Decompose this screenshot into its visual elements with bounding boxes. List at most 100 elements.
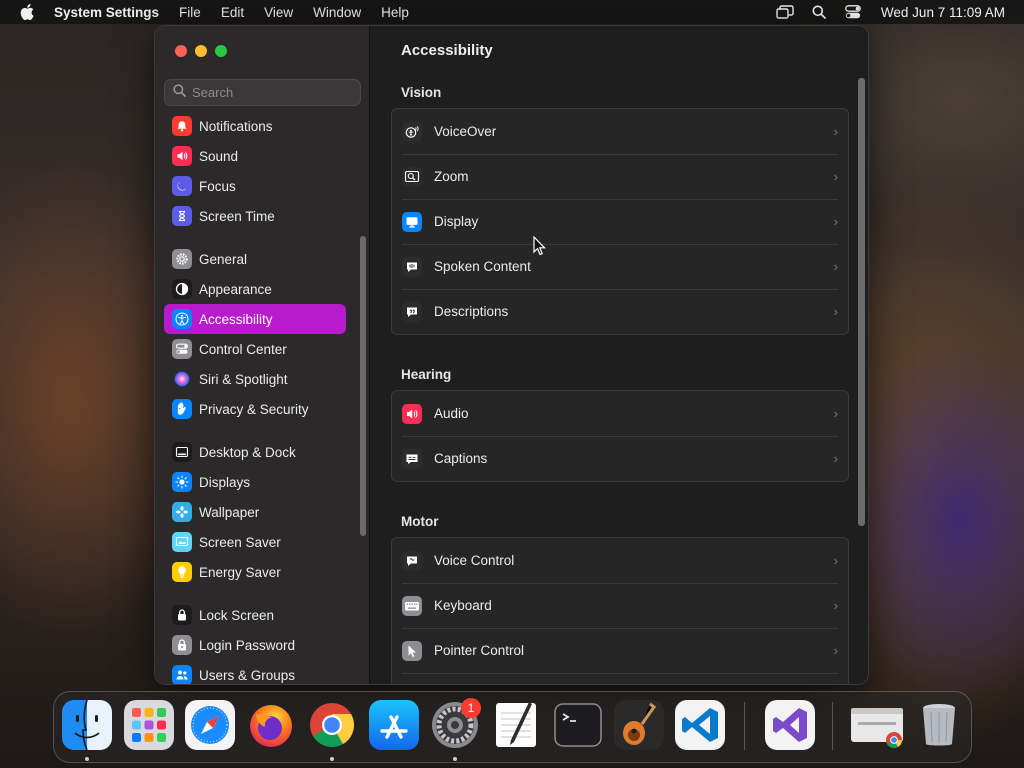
close-window-button[interactable] bbox=[175, 45, 187, 57]
settings-row-switch-control[interactable]: Switch Control› bbox=[392, 673, 848, 684]
menu-file[interactable]: File bbox=[179, 5, 201, 20]
sidebar-item-energy-saver[interactable]: Energy Saver bbox=[164, 557, 346, 587]
settings-row-keyboard[interactable]: Keyboard › bbox=[392, 583, 848, 628]
sidebar-item-notifications[interactable]: Notifications bbox=[164, 113, 346, 141]
dock-running-indicator bbox=[330, 757, 334, 761]
sidebar-item-lock-screen[interactable]: Lock Screen bbox=[164, 600, 346, 630]
settings-row-voice-control[interactable]: Voice Control › bbox=[392, 538, 848, 583]
zoom-window-button[interactable] bbox=[215, 45, 227, 57]
accessibility-icon bbox=[172, 309, 192, 329]
sidebar: Notifications Sound Focus Screen Time Genera… bbox=[155, 26, 370, 684]
sidebar-item-label: Siri & Spotlight bbox=[199, 371, 288, 387]
app-menu[interactable]: System Settings bbox=[54, 5, 159, 20]
sidebar-item-label: Privacy & Security bbox=[199, 401, 309, 417]
control-center-icon[interactable] bbox=[843, 4, 863, 20]
sidebar-item-privacy-security[interactable]: Privacy & Security bbox=[164, 394, 346, 424]
settings-row-voiceover[interactable]: VoiceOver › bbox=[392, 109, 848, 154]
dock-vscode-icon[interactable] bbox=[675, 700, 725, 750]
detail-scrollbar[interactable] bbox=[858, 78, 865, 526]
menu-window[interactable]: Window bbox=[313, 5, 361, 20]
settings-row-label: Spoken Content bbox=[434, 259, 531, 274]
bulb-icon bbox=[172, 562, 192, 582]
lock-icon bbox=[172, 605, 192, 625]
dock-running-indicator bbox=[85, 757, 89, 761]
dock-finder-icon[interactable] bbox=[62, 700, 112, 750]
sidebar-item-label: Screen Time bbox=[199, 208, 275, 224]
settings-row-descriptions[interactable]: Descriptions › bbox=[392, 289, 848, 334]
users-icon bbox=[172, 665, 192, 684]
dock-separator bbox=[832, 702, 833, 750]
sidebar-item-screen-saver[interactable]: Screen Saver bbox=[164, 527, 346, 557]
toggles-icon bbox=[172, 339, 192, 359]
dock-chrome-window-icon[interactable] bbox=[849, 700, 907, 750]
dock-garageband-icon[interactable] bbox=[614, 700, 664, 750]
sidebar-item-label: Desktop & Dock bbox=[199, 444, 296, 460]
system-settings-window: Notifications Sound Focus Screen Time Genera… bbox=[154, 25, 869, 685]
search-field[interactable] bbox=[164, 79, 361, 106]
menu-view[interactable]: View bbox=[264, 5, 293, 20]
dock-terminal-icon[interactable] bbox=[553, 700, 603, 750]
audio-icon bbox=[402, 403, 422, 424]
page-title: Accessibility bbox=[401, 42, 493, 59]
settings-row-spoken-content[interactable]: Spoken Content › bbox=[392, 244, 848, 289]
sidebar-item-siri-spotlight[interactable]: Siri & Spotlight bbox=[164, 364, 346, 394]
menu-edit[interactable]: Edit bbox=[221, 5, 244, 20]
sidebar-item-desktop-dock[interactable]: Desktop & Dock bbox=[164, 437, 346, 467]
dock-visual-studio-icon[interactable] bbox=[765, 700, 815, 750]
settings-group-motor: Voice Control › Keyboard › Pointer Control › S… bbox=[391, 537, 849, 684]
sidebar-item-label: Accessibility bbox=[199, 311, 273, 327]
section-title-motor: Motor bbox=[401, 513, 439, 529]
sidebar-item-control-center[interactable]: Control Center bbox=[164, 334, 346, 364]
menu-bar-clock[interactable]: Wed Jun 7 11:09 AM bbox=[881, 5, 1005, 20]
settings-row-pointer-control[interactable]: Pointer Control › bbox=[392, 628, 848, 673]
settings-row-audio[interactable]: Audio › bbox=[392, 391, 848, 436]
dock-firefox-icon[interactable] bbox=[246, 700, 296, 750]
sidebar-item-displays[interactable]: Displays bbox=[164, 467, 346, 497]
sidebar-item-screen-time[interactable]: Screen Time bbox=[164, 201, 346, 231]
sidebar-item-wallpaper[interactable]: Wallpaper bbox=[164, 497, 346, 527]
settings-row-captions[interactable]: Captions › bbox=[392, 436, 848, 481]
dock-app-store-icon[interactable] bbox=[369, 700, 419, 750]
dock-icon bbox=[172, 442, 192, 462]
dock-trash-icon[interactable] bbox=[914, 700, 964, 750]
settings-row-zoom[interactable]: Zoom › bbox=[392, 154, 848, 199]
spotlight-search-icon[interactable] bbox=[809, 4, 829, 20]
settings-row-label: Keyboard bbox=[434, 598, 492, 613]
sidebar-item-general[interactable]: General bbox=[164, 244, 346, 274]
menu-help[interactable]: Help bbox=[381, 5, 409, 20]
sidebar-item-label: Login Password bbox=[199, 637, 296, 653]
notification-badge: 1 bbox=[461, 698, 481, 718]
chevron-right-icon: › bbox=[833, 553, 838, 568]
settings-content: Vision VoiceOver › Zoom › Display › Spoken Cont… bbox=[391, 76, 851, 684]
settings-row-label: Voice Control bbox=[434, 553, 515, 568]
settings-group-vision: VoiceOver › Zoom › Display › Spoken Content › De… bbox=[391, 108, 849, 335]
sidebar-item-appearance[interactable]: Appearance bbox=[164, 274, 346, 304]
sidebar-scrollbar[interactable] bbox=[360, 236, 366, 536]
search-input[interactable] bbox=[192, 85, 352, 100]
dock-running-indicator bbox=[453, 757, 457, 761]
sidebar-item-accessibility[interactable]: Accessibility bbox=[164, 304, 346, 334]
sidebar-item-sound[interactable]: Sound bbox=[164, 141, 346, 171]
dock-launchpad-icon[interactable] bbox=[124, 700, 174, 750]
dock-textedit-icon[interactable] bbox=[491, 700, 541, 750]
section-title-hearing: Hearing bbox=[401, 366, 452, 382]
screen-mirroring-icon[interactable] bbox=[775, 4, 795, 20]
dock-chrome-icon[interactable] bbox=[307, 700, 357, 750]
settings-row-display[interactable]: Display › bbox=[392, 199, 848, 244]
dock-safari-icon[interactable] bbox=[185, 700, 235, 750]
keyboard-icon bbox=[402, 595, 422, 616]
hourglass-icon bbox=[172, 206, 192, 226]
apple-logo-icon[interactable] bbox=[18, 3, 36, 21]
sidebar-item-label: Energy Saver bbox=[199, 564, 281, 580]
bell-icon bbox=[172, 116, 192, 136]
sidebar-item-users-groups[interactable]: Users & Groups bbox=[164, 660, 346, 684]
minimize-window-button[interactable] bbox=[195, 45, 207, 57]
settings-row-label: Captions bbox=[434, 451, 488, 466]
appearance-icon bbox=[172, 279, 192, 299]
dock: 1 bbox=[53, 691, 972, 763]
sidebar-item-label: Appearance bbox=[199, 281, 272, 297]
sidebar-item-login-password[interactable]: Login Password bbox=[164, 630, 346, 660]
sidebar-item-focus[interactable]: Focus bbox=[164, 171, 346, 201]
chevron-right-icon: › bbox=[833, 214, 838, 229]
